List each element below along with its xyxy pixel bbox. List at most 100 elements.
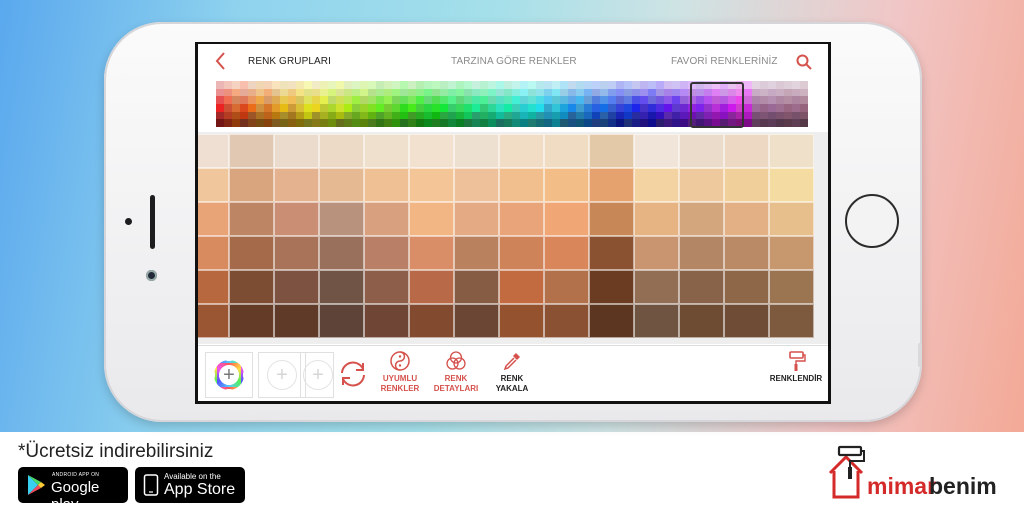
color-swatch[interactable]: [589, 202, 634, 236]
color-swatch[interactable]: [634, 236, 679, 270]
color-swatch[interactable]: [454, 270, 499, 304]
color-swatch[interactable]: [499, 236, 544, 270]
color-swatch[interactable]: [634, 168, 679, 202]
color-swatch[interactable]: [769, 270, 814, 304]
color-swatch[interactable]: [364, 236, 409, 270]
color-swatch[interactable]: [319, 270, 364, 304]
color-swatch[interactable]: [364, 168, 409, 202]
color-swatch[interactable]: [634, 304, 679, 338]
color-swatch[interactable]: [198, 134, 229, 168]
color-swatch[interactable]: [364, 202, 409, 236]
color-swatch[interactable]: [544, 168, 589, 202]
color-swatch[interactable]: [319, 134, 364, 168]
color-slot-wheel[interactable]: +: [205, 352, 253, 398]
color-swatch[interactable]: [724, 236, 769, 270]
color-swatch[interactable]: [274, 202, 319, 236]
color-swatch[interactable]: [724, 270, 769, 304]
color-swatch[interactable]: [499, 202, 544, 236]
renk-detaylari-button[interactable]: RENK DETAYLARI: [431, 350, 481, 394]
color-swatch[interactable]: [274, 270, 319, 304]
color-swatch[interactable]: [364, 304, 409, 338]
color-swatch[interactable]: [769, 236, 814, 270]
home-button[interactable]: [845, 194, 899, 248]
color-swatch[interactable]: [409, 202, 454, 236]
color-swatch[interactable]: [364, 134, 409, 168]
color-swatch[interactable]: [198, 270, 229, 304]
color-swatch[interactable]: [319, 236, 364, 270]
color-swatch[interactable]: [769, 168, 814, 202]
color-swatch[interactable]: [409, 304, 454, 338]
color-swatch[interactable]: [229, 304, 274, 338]
color-swatch[interactable]: [589, 236, 634, 270]
color-swatch[interactable]: [589, 304, 634, 338]
color-swatch[interactable]: [319, 202, 364, 236]
color-swatch[interactable]: [769, 202, 814, 236]
google-play-badge[interactable]: ANDROID APP ON Google play: [18, 467, 128, 513]
tab-renk-gruplari[interactable]: RENK GRUPLARI: [248, 56, 331, 67]
color-swatch[interactable]: [589, 270, 634, 304]
color-swatch[interactable]: [679, 134, 724, 168]
color-swatch[interactable]: [274, 134, 319, 168]
color-swatch[interactable]: [229, 270, 274, 304]
color-swatch[interactable]: [544, 202, 589, 236]
color-swatch[interactable]: [409, 168, 454, 202]
color-swatch[interactable]: [679, 270, 724, 304]
color-slot-empty-1[interactable]: +: [258, 352, 306, 398]
color-slot-empty-2[interactable]: +: [300, 352, 334, 398]
color-swatch[interactable]: [274, 236, 319, 270]
renklendir-button[interactable]: RENKLENDİR: [764, 350, 828, 384]
tab-tarzina-gore-renkler[interactable]: TARZINA GÖRE RENKLER: [451, 56, 577, 67]
color-swatch[interactable]: [319, 304, 364, 338]
color-swatch[interactable]: [454, 134, 499, 168]
color-swatch[interactable]: [198, 168, 229, 202]
color-swatch[interactable]: [499, 270, 544, 304]
color-swatch[interactable]: [198, 236, 229, 270]
color-swatch[interactable]: [544, 236, 589, 270]
uyumlu-renkler-button[interactable]: UYUMLU RENKLER: [375, 350, 425, 394]
color-swatch[interactable]: [274, 304, 319, 338]
color-swatch[interactable]: [769, 304, 814, 338]
renk-yakala-button[interactable]: RENK YAKALA: [487, 350, 537, 394]
color-swatch[interactable]: [634, 202, 679, 236]
color-swatch[interactable]: [544, 304, 589, 338]
color-swatch[interactable]: [769, 134, 814, 168]
color-swatch[interactable]: [454, 168, 499, 202]
color-swatch[interactable]: [724, 202, 769, 236]
color-swatch[interactable]: [724, 134, 769, 168]
color-swatch[interactable]: [319, 168, 364, 202]
color-swatch[interactable]: [499, 134, 544, 168]
color-swatch[interactable]: [679, 202, 724, 236]
color-swatch[interactable]: [409, 134, 454, 168]
color-swatch[interactable]: [634, 134, 679, 168]
color-swatch[interactable]: [679, 236, 724, 270]
color-swatch[interactable]: [229, 202, 274, 236]
color-swatch[interactable]: [499, 168, 544, 202]
chevron-left-icon[interactable]: [212, 50, 230, 72]
tab-favori-renkleriniz[interactable]: FAVORİ RENKLERİNİZ: [671, 56, 778, 67]
color-swatch[interactable]: [198, 304, 229, 338]
color-swatch[interactable]: [409, 236, 454, 270]
color-swatch[interactable]: [229, 168, 274, 202]
app-store-badge[interactable]: Available on the App Store: [135, 467, 245, 503]
color-swatch[interactable]: [679, 168, 724, 202]
color-swatch[interactable]: [198, 202, 229, 236]
color-swatch[interactable]: [229, 236, 274, 270]
search-icon[interactable]: [795, 53, 813, 71]
color-swatch[interactable]: [364, 270, 409, 304]
color-swatch[interactable]: [454, 202, 499, 236]
color-swatch[interactable]: [454, 304, 499, 338]
color-swatch[interactable]: [634, 270, 679, 304]
color-swatch[interactable]: [454, 236, 499, 270]
color-swatch[interactable]: [229, 134, 274, 168]
spectrum-selection-frame[interactable]: [690, 82, 744, 128]
color-swatch[interactable]: [544, 134, 589, 168]
color-swatch[interactable]: [589, 168, 634, 202]
color-swatch[interactable]: [274, 168, 319, 202]
color-swatch[interactable]: [544, 270, 589, 304]
color-swatch[interactable]: [679, 304, 724, 338]
color-swatch[interactable]: [409, 270, 454, 304]
color-swatch[interactable]: [724, 304, 769, 338]
refresh-icon[interactable]: [336, 359, 370, 389]
color-swatch[interactable]: [589, 134, 634, 168]
color-swatch[interactable]: [724, 168, 769, 202]
